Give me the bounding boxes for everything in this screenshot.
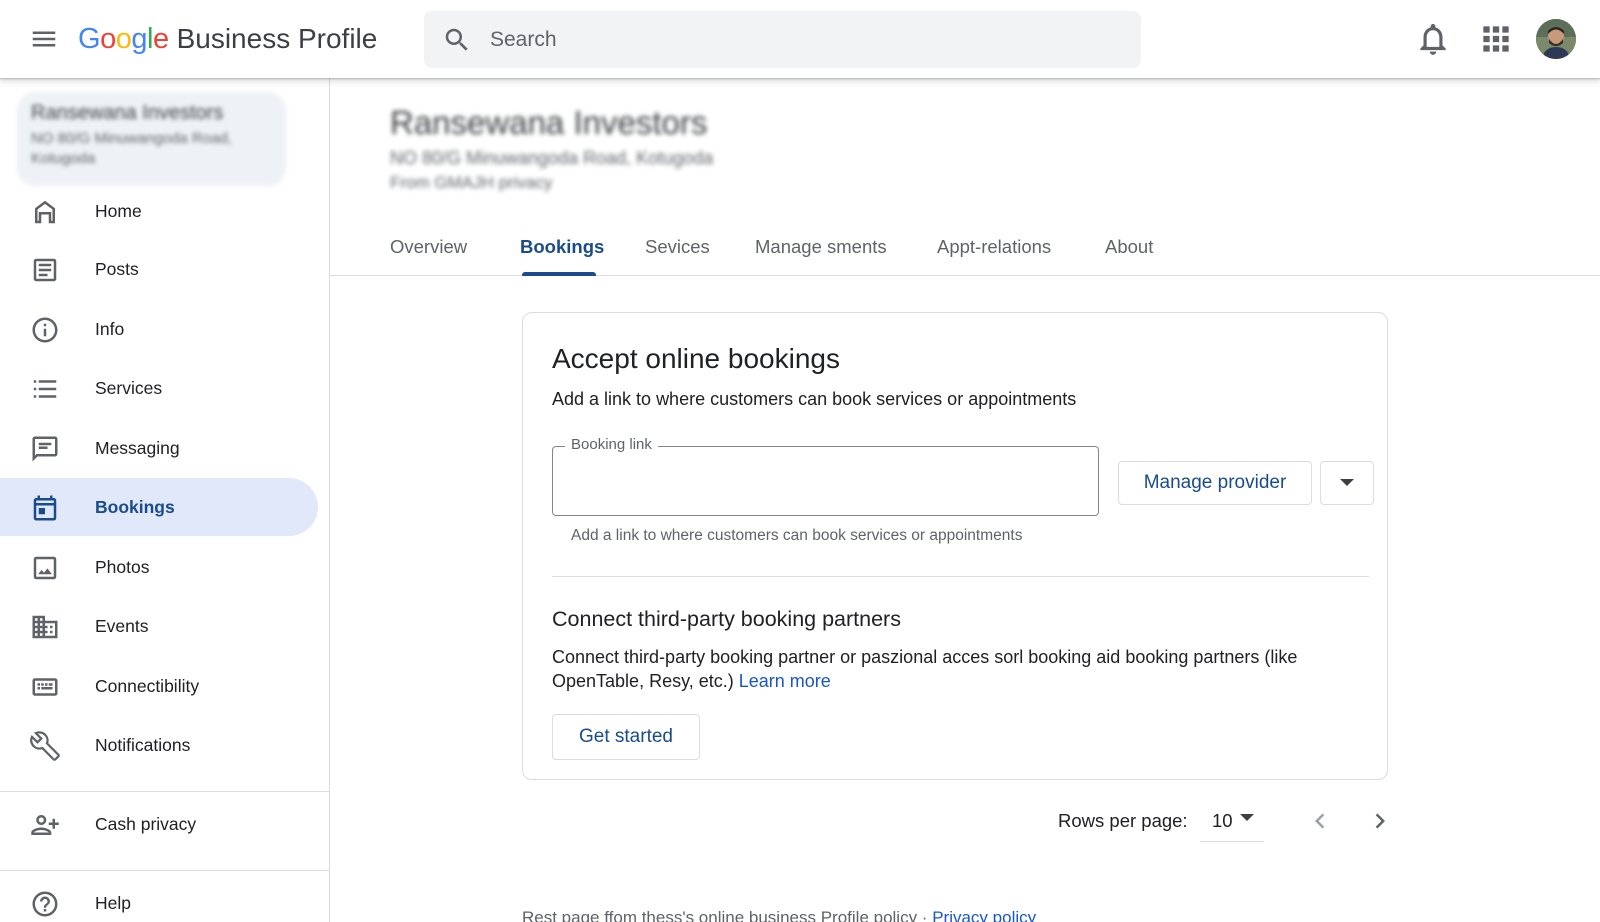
- card-subtitle: Add a link to where customers can book s…: [552, 389, 1077, 409]
- manage-provider-button[interactable]: Manage provider: [1118, 461, 1312, 505]
- sidebar-item-services[interactable]: Services: [0, 359, 318, 417]
- sidebar-item-label: Info: [95, 318, 125, 339]
- sidebar-item-label: Bookings: [95, 496, 175, 517]
- business-address: NO 80/G Minuwangoda Road, Kotugoda: [31, 130, 232, 167]
- tab-about[interactable]: About: [1105, 218, 1153, 276]
- pagination: Rows per page: 10: [330, 798, 1600, 844]
- business-header: Ransewana Investors NO 80/G Minuwangoda …: [390, 104, 713, 193]
- sidebar-divider: [0, 870, 330, 871]
- sidebar-item-info[interactable]: Info: [0, 300, 318, 358]
- search-input[interactable]: [490, 11, 1120, 68]
- caret-down-icon: [1240, 814, 1254, 821]
- google-business-profile-logo[interactable]: Google Business Profile: [78, 19, 377, 59]
- tab-manage-sments[interactable]: Manage sments: [755, 218, 887, 276]
- sidebar-item-label: Connectibility: [95, 675, 200, 696]
- sidebar-item-label: Home: [95, 200, 142, 221]
- info-icon: [32, 317, 58, 343]
- caret-down-icon: [1340, 479, 1354, 486]
- active-tab-indicator: [522, 272, 596, 276]
- sidebar-item-label: Services: [95, 377, 163, 398]
- sidebar-item-notifications[interactable]: Notifications: [0, 716, 318, 774]
- building-icon: [32, 615, 58, 639]
- sidebar-divider: [0, 791, 330, 792]
- logo-letter: o: [100, 22, 116, 55]
- sidebar-item-label: Notifications: [95, 734, 191, 755]
- top-app-bar: Google Business Profile: [0, 0, 1600, 78]
- learn-more-link[interactable]: Learn more: [739, 671, 831, 691]
- sidebar-item-label: Photos: [95, 556, 150, 577]
- apps-grid-icon[interactable]: [1477, 20, 1515, 58]
- tab-services[interactable]: Sevices: [645, 218, 710, 276]
- sidebar-item-label: Messaging: [95, 437, 180, 458]
- rows-per-page-select[interactable]: 10: [1200, 800, 1264, 842]
- sidebar-item-events[interactable]: Events: [0, 597, 318, 655]
- help-icon: [32, 891, 58, 917]
- search-bar[interactable]: [424, 11, 1141, 68]
- sidebar-item-bookings[interactable]: Bookings: [0, 478, 318, 536]
- main-content: Ransewana Investors NO 80/G Minuwangoda …: [330, 78, 1600, 922]
- business-title: Ransewana Investors: [390, 104, 708, 141]
- chevron-right-icon[interactable]: [1365, 806, 1395, 836]
- search-icon[interactable]: [442, 25, 472, 55]
- logo-letter: g: [131, 22, 147, 55]
- sidebar-item-connectibility[interactable]: Connectibility: [0, 657, 318, 715]
- get-started-button[interactable]: Get started: [552, 714, 700, 760]
- provider-dropdown-button[interactable]: [1320, 461, 1374, 505]
- business-address: NO 80/G Minuwangoda Road, Kotugoda: [390, 148, 714, 168]
- business-selector-card[interactable]: Ransewana Investors NO 80/G Minuwangoda …: [17, 92, 286, 186]
- sidebar-item-label: Posts: [95, 258, 139, 279]
- privacy-policy-link[interactable]: Privacy policy: [932, 908, 1036, 922]
- account-avatar[interactable]: [1536, 19, 1576, 59]
- add-person-icon: [31, 815, 59, 835]
- booking-link-field[interactable]: Booking link: [552, 436, 1099, 516]
- list-icon: [33, 380, 57, 398]
- business-note: From GMAJH privacy: [390, 173, 553, 192]
- chevron-left-icon[interactable]: [1305, 806, 1335, 836]
- home-icon: [35, 200, 55, 224]
- rows-per-page-value: 10: [1212, 810, 1233, 831]
- sidebar-item-label: Events: [95, 615, 149, 636]
- partners-description-text: Connect third-party booking partner or p…: [552, 647, 1298, 691]
- logo-letter: e: [152, 22, 169, 55]
- sidebar-item-label: Help: [95, 892, 131, 913]
- sidebar-item-messaging[interactable]: Messaging: [0, 419, 318, 477]
- keyboard-icon: [32, 678, 58, 696]
- sidebar-item-posts[interactable]: Posts: [0, 240, 318, 298]
- bookings-card: Accept online bookings Add a link to whe…: [522, 312, 1388, 780]
- logo-letter: o: [115, 22, 132, 55]
- sidebar-item-home[interactable]: Home: [0, 182, 318, 240]
- calendar-icon: [33, 495, 57, 521]
- booking-link-input[interactable]: [553, 447, 1098, 515]
- sidebar-item-cash-privacy[interactable]: Cash privacy: [0, 795, 318, 853]
- card-title: Accept online bookings: [552, 343, 840, 374]
- avatar-image: [1536, 19, 1576, 59]
- tab-appt-relations[interactable]: Appt-relations: [937, 218, 1051, 276]
- booking-link-helper: Add a link to where customers can book s…: [571, 527, 1023, 544]
- message-icon: [32, 436, 58, 462]
- bell-icon[interactable]: [1414, 20, 1452, 58]
- wrench-icon: [30, 731, 60, 761]
- tab-bar: Overview Bookings Sevices Manage sments …: [330, 218, 1600, 276]
- product-name: Business Profile: [176, 23, 378, 54]
- footer-text: Rest page ffom thess's online business P…: [522, 908, 928, 922]
- booking-link-label: Booking link: [565, 436, 658, 453]
- rows-per-page-label: Rows per page:: [1058, 810, 1188, 831]
- business-name: Ransewana Investors: [31, 102, 224, 124]
- logo-letter: G: [78, 22, 101, 55]
- image-icon: [33, 556, 57, 580]
- sidebar: Ransewana Investors NO 80/G Minuwangoda …: [0, 78, 330, 922]
- partners-description: Connect third-party booking partner or p…: [552, 645, 1352, 693]
- sidebar-item-help[interactable]: Help: [0, 874, 318, 922]
- partners-title: Connect third-party booking partners: [552, 607, 901, 631]
- tab-bookings[interactable]: Bookings: [520, 218, 604, 276]
- sidebar-item-label: Cash privacy: [95, 813, 197, 834]
- menu-icon[interactable]: [28, 24, 60, 54]
- sidebar-item-photos[interactable]: Photos: [0, 538, 318, 596]
- card-divider: [552, 576, 1369, 577]
- tab-overview[interactable]: Overview: [390, 218, 467, 276]
- footer-policy: Rest page ffom thess's online business P…: [522, 908, 1036, 922]
- posts-icon: [33, 258, 57, 282]
